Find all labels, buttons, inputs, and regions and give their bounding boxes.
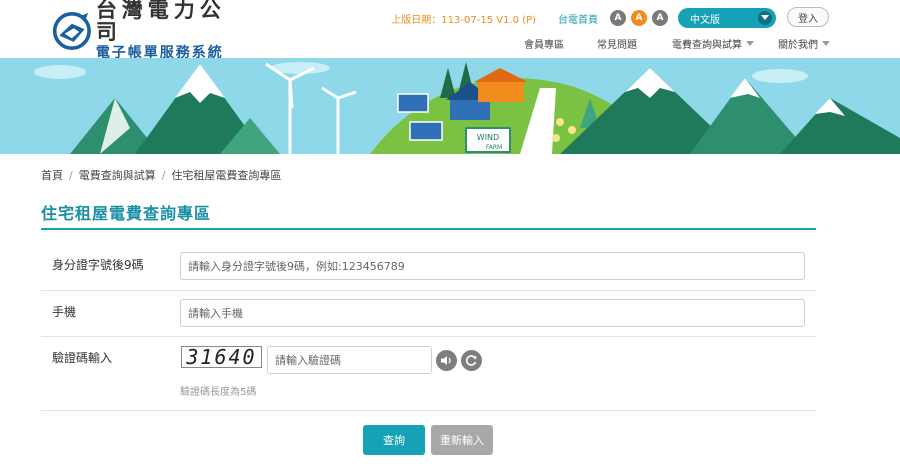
dropdown-arrow-icon — [746, 41, 754, 46]
chevron-down-icon — [758, 11, 772, 25]
breadcrumb-separator: / — [161, 168, 166, 182]
phone-label: 手機 — [52, 305, 77, 319]
captcha-hint: 驗證碼長度為5碼 — [180, 387, 257, 398]
breadcrumb-current: 住宅租屋電費查詢專區 — [171, 169, 282, 182]
speaker-icon — [441, 356, 451, 365]
taipower-logo-icon — [52, 11, 91, 51]
captcha-image: 31640 — [181, 345, 262, 369]
breadcrumb: 首頁 / 電費查詢與試算 / 住宅租屋電費查詢專區 — [41, 167, 281, 183]
taipower-home-link[interactable]: 台電首頁 — [558, 11, 598, 26]
nav-faq[interactable]: 常見問題 — [597, 36, 672, 51]
language-value: 中文版 — [690, 14, 720, 26]
form-row-phone: 手機 請輸入手機 — [41, 291, 816, 337]
refresh-icon — [466, 355, 477, 366]
wind-farm-illustration: WIND FARM — [0, 58, 900, 154]
logo[interactable]: 台灣電力公司 電子帳單服務系統 — [52, 0, 237, 61]
phone-input[interactable]: 請輸入手機 — [180, 299, 805, 327]
id-input[interactable]: 請輸入身分證字號後9碼，例如:123456789 — [180, 252, 805, 280]
login-button[interactable]: 登入 — [787, 7, 829, 27]
captcha-refresh-button[interactable] — [461, 350, 482, 371]
header: 台灣電力公司 電子帳單服務系統 上版日期：113-07-15 V1.0 (P) … — [0, 0, 900, 61]
breadcrumb-home[interactable]: 首頁 — [41, 167, 63, 183]
banner-sign-line1: WIND — [477, 133, 499, 142]
top-utility-bar: 上版日期：113-07-15 V1.0 (P) 台電首頁 A A A 中文版 — [391, 8, 776, 28]
nav-member[interactable]: 會員專區 — [524, 36, 597, 51]
main-nav: 會員專區 常見問題 電費查詢與試算 關於我們 — [524, 36, 830, 51]
logo-title: 台灣電力公司 — [95, 0, 226, 44]
captcha-label: 驗證碼輸入 — [52, 351, 113, 365]
breadcrumb-bill-query[interactable]: 電費查詢與試算 — [79, 167, 156, 183]
form-row-id: 身分證字號後9碼 請輸入身分證字號後9碼，例如:123456789 — [41, 240, 816, 291]
title-divider — [41, 228, 816, 230]
captcha-audio-button[interactable] — [436, 350, 457, 371]
query-button[interactable]: 查詢 — [363, 425, 425, 455]
update-date: 上版日期：113-07-15 V1.0 (P) — [391, 14, 536, 26]
breadcrumb-separator: / — [69, 168, 73, 182]
id-label: 身分證字號後9碼 — [52, 258, 144, 272]
nav-about[interactable]: 關於我們 — [778, 36, 830, 51]
banner: WIND FARM — [0, 58, 900, 154]
font-size-small-button[interactable]: A — [610, 10, 626, 26]
dropdown-arrow-icon — [822, 41, 830, 46]
nav-bill-query[interactable]: 電費查詢與試算 — [672, 36, 778, 51]
font-size-large-button[interactable]: A — [652, 10, 668, 26]
banner-sign-line2: FARM — [486, 144, 502, 151]
page-title: 住宅租屋電費查詢專區 — [41, 204, 212, 223]
language-select[interactable]: 中文版 — [678, 8, 776, 28]
reset-button[interactable]: 重新輸入 — [431, 425, 493, 455]
form-row-captcha: 驗證碼輸入 31640 請輸入驗證碼 驗證碼長度為5碼 — [41, 337, 816, 411]
captcha-input[interactable]: 請輸入驗證碼 — [267, 346, 432, 374]
font-size-medium-button[interactable]: A — [631, 10, 647, 26]
